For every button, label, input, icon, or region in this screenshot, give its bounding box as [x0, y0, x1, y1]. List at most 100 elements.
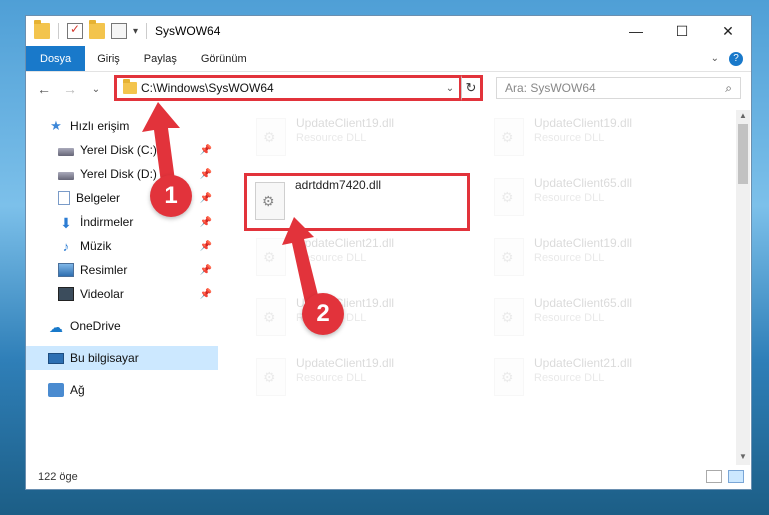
- file-item[interactable]: UpdateClient19.dll Resource DLL: [486, 114, 706, 170]
- disk-icon: [58, 147, 74, 156]
- file-type: Resource DLL: [534, 252, 605, 264]
- dll-file-icon: [494, 238, 524, 276]
- large-icons-view-icon[interactable]: [728, 470, 744, 483]
- sidebar-item-label: Hızlı erişim: [70, 119, 130, 133]
- sidebar-item-music[interactable]: ♪ Müzik 📌: [26, 234, 218, 258]
- file-item[interactable]: UpdateClient65.dll Resource DLL: [486, 174, 706, 230]
- qat-dropdown-icon[interactable]: ▾: [133, 26, 138, 37]
- file-name: UpdateClient65.dll: [534, 176, 633, 190]
- sidebar-item-this-pc[interactable]: Bu bilgisayar: [26, 346, 218, 370]
- dll-file-icon: [256, 118, 286, 156]
- ribbon-expand-icon[interactable]: ⌄: [711, 53, 719, 64]
- refresh-button[interactable]: ↻: [461, 75, 483, 101]
- status-bar: 122 öge: [26, 465, 750, 489]
- dll-file-icon: [494, 358, 524, 396]
- address-path[interactable]: C:\Windows\SysWOW64: [141, 81, 441, 95]
- file-name: UpdateClient19.dll: [296, 116, 395, 130]
- details-view-icon[interactable]: [706, 470, 722, 483]
- properties-check-icon[interactable]: [67, 22, 83, 39]
- sidebar-item-label: İndirmeler: [80, 215, 134, 229]
- sidebar-item-label: Bu bilgisayar: [70, 351, 139, 365]
- file-name: UpdateClient19.dll: [534, 116, 633, 130]
- separator: [58, 23, 59, 39]
- sidebar-item-label: Resimler: [80, 263, 128, 277]
- pin-icon[interactable]: 📌: [200, 265, 212, 276]
- customize-icon[interactable]: [111, 23, 127, 39]
- annotation-badge-1: 1: [150, 175, 192, 217]
- file-name: UpdateClient19.dll: [534, 236, 633, 250]
- download-icon: ⬇: [60, 215, 72, 231]
- scroll-up-icon[interactable]: ▲: [736, 111, 750, 123]
- search-input[interactable]: Ara: SysWOW64 ⌕: [496, 77, 741, 99]
- minimize-button[interactable]: —: [613, 16, 659, 46]
- pin-icon[interactable]: 📌: [200, 241, 212, 252]
- sidebar-item-label: Videolar: [80, 287, 124, 301]
- tab-home[interactable]: Giriş: [85, 46, 132, 71]
- scroll-down-icon[interactable]: ▼: [736, 452, 750, 464]
- file-item[interactable]: UpdateClient19.dll Resource DLL: [248, 354, 468, 410]
- sidebar-item-videos[interactable]: Videolar 📌: [26, 282, 218, 306]
- close-button[interactable]: ✕: [705, 16, 751, 46]
- window-title: SysWOW64: [155, 24, 221, 38]
- file-type: Resource DLL: [296, 372, 367, 384]
- file-type: Resource DLL: [534, 132, 605, 144]
- tab-view[interactable]: Görünüm: [189, 46, 259, 71]
- address-bar[interactable]: C:\Windows\SysWOW64 ⌄: [114, 75, 462, 101]
- document-icon: [58, 191, 70, 205]
- tab-share[interactable]: Paylaş: [132, 46, 189, 71]
- address-dropdown-icon[interactable]: ⌄: [441, 83, 459, 94]
- file-name: adrtddm7420.dll: [295, 178, 382, 192]
- music-icon: ♪: [62, 239, 70, 254]
- dll-file-icon: [256, 358, 286, 396]
- cloud-icon: ☁: [49, 319, 63, 335]
- annotation-badge-2: 2: [302, 293, 344, 335]
- tab-file[interactable]: Dosya: [26, 46, 86, 71]
- dll-file-icon: [494, 178, 524, 216]
- search-icon: ⌕: [725, 80, 732, 95]
- back-button[interactable]: ←: [34, 81, 54, 97]
- recent-locations-button[interactable]: ⌄: [86, 84, 106, 95]
- star-icon: ★: [50, 118, 62, 133]
- sidebar-item-pictures[interactable]: Resimler 📌: [26, 258, 218, 282]
- sidebar-item-downloads[interactable]: ⬇ İndirmeler 📌: [26, 210, 218, 234]
- pin-icon[interactable]: 📌: [200, 289, 212, 300]
- dll-file-icon: [494, 118, 524, 156]
- maximize-button[interactable]: ☐: [659, 16, 705, 46]
- forward-button[interactable]: →: [60, 81, 80, 97]
- sidebar-item-network[interactable]: Ağ: [26, 378, 218, 402]
- folder-icon: [123, 79, 137, 94]
- disk-icon: [58, 171, 74, 180]
- ribbon-tabs: Dosya Giriş Paylaş Görünüm ⌄ ?: [26, 46, 751, 72]
- scroll-thumb[interactable]: [738, 124, 748, 184]
- computer-icon: [48, 352, 64, 364]
- file-name: UpdateClient19.dll: [296, 356, 395, 370]
- file-type: Resource DLL: [534, 372, 605, 384]
- videos-icon: [58, 287, 74, 301]
- file-name: UpdateClient21.dll: [534, 356, 633, 370]
- sidebar-item-onedrive[interactable]: ☁ OneDrive: [26, 314, 218, 338]
- vertical-scrollbar[interactable]: ▲ ▼: [736, 110, 750, 465]
- file-item[interactable]: UpdateClient65.dll Resource DLL: [486, 294, 706, 350]
- file-type: Resource DLL: [296, 132, 367, 144]
- pin-icon[interactable]: 📌: [200, 217, 212, 228]
- refresh-icon: ↻: [465, 80, 477, 95]
- sidebar-item-label: Belgeler: [76, 191, 121, 205]
- sidebar-item-label: Müzik: [80, 239, 112, 253]
- folder-icon: [34, 20, 50, 39]
- pictures-icon: [58, 263, 74, 277]
- sidebar-item-label: Ağ: [70, 383, 85, 397]
- file-item-highlighted[interactable]: adrtddm7420.dll: [244, 173, 470, 231]
- file-item[interactable]: UpdateClient19.dll Resource DLL: [248, 114, 468, 170]
- search-placeholder: Ara: SysWOW64: [505, 81, 596, 95]
- dll-file-icon: [494, 298, 524, 336]
- item-count: 122 öge: [38, 471, 78, 483]
- quick-access-toolbar: ▾: [26, 20, 149, 39]
- file-type: Resource DLL: [534, 312, 605, 324]
- help-icon[interactable]: ?: [729, 51, 743, 66]
- sidebar-item-label: OneDrive: [70, 319, 121, 333]
- file-item[interactable]: UpdateClient21.dll Resource DLL: [486, 354, 706, 410]
- file-item[interactable]: UpdateClient19.dll Resource DLL: [486, 234, 706, 290]
- separator: [146, 23, 148, 39]
- file-name: UpdateClient65.dll: [534, 296, 633, 310]
- new-folder-icon[interactable]: [89, 20, 105, 39]
